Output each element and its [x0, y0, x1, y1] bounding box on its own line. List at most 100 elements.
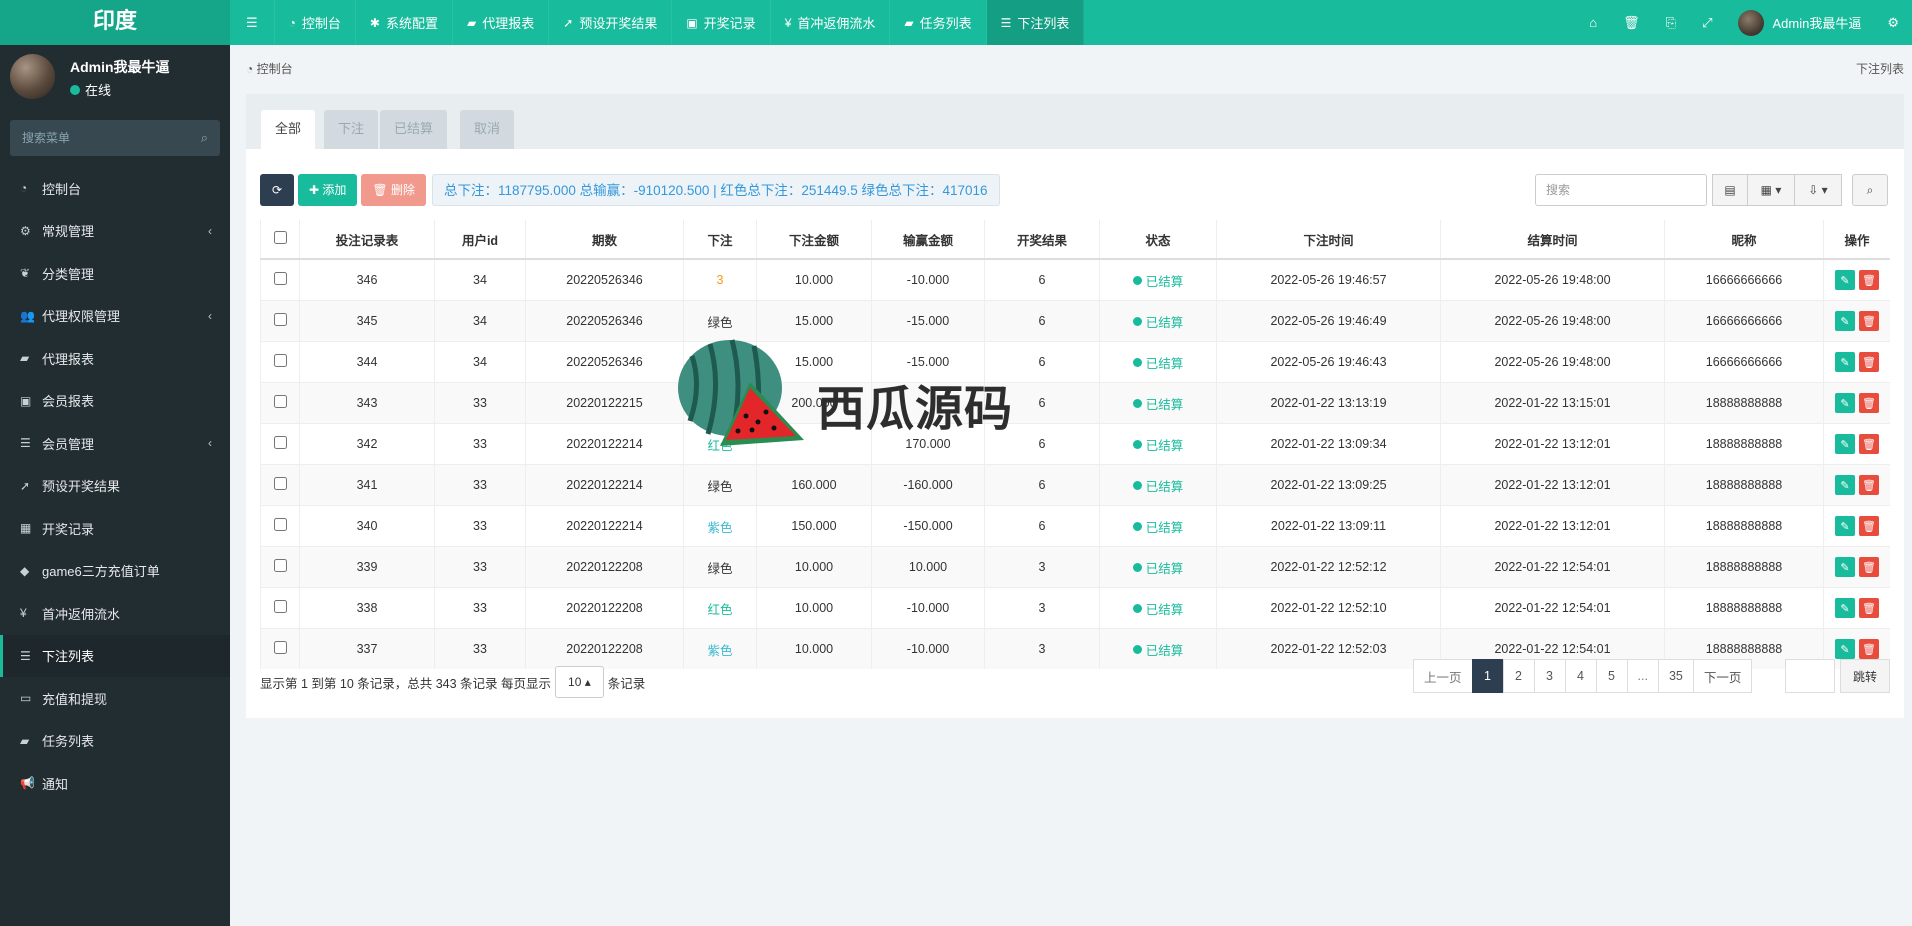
table-row[interactable]: 341 33 20220122214 绿色 160.000 -160.000 6 已结算 202… [260, 464, 1890, 506]
col-header[interactable]: 开奖结果 [984, 220, 1100, 260]
nav-bet-list[interactable]: ☰ 下注列表 [986, 0, 1085, 45]
select-all-checkbox[interactable] [273, 231, 287, 244]
settings-button[interactable]: ⚙ [1874, 0, 1912, 45]
search-icon[interactable]: ⌕ [201, 130, 208, 146]
export-button[interactable]: ⇩ ▾ [1794, 174, 1842, 206]
nav-system-config[interactable]: ✱ 系统配置 [356, 0, 453, 45]
edit-button[interactable]: ✎ [1835, 393, 1855, 413]
col-header[interactable]: 下注金额 [756, 220, 872, 260]
fullscreen-button[interactable]: ⤢ [1689, 0, 1725, 45]
row-checkbox[interactable] [273, 559, 287, 572]
home-button[interactable]: ⌂ [1576, 0, 1610, 45]
delete-button[interactable]: 🗑 删除 [361, 174, 426, 206]
admin-menu[interactable]: Admin我最牛逼 [1725, 0, 1874, 45]
language-button[interactable]: ⎘ [1653, 0, 1689, 45]
sidebar-item[interactable]: ▰ 任务列表 [0, 720, 230, 763]
row-checkbox[interactable] [273, 313, 287, 326]
row-checkbox[interactable] [273, 272, 287, 285]
delete-row-button[interactable]: 🗑 [1859, 639, 1879, 659]
col-header[interactable]: 下注时间 [1216, 220, 1441, 260]
edit-button[interactable]: ✎ [1835, 352, 1855, 372]
delete-row-button[interactable]: 🗑 [1859, 557, 1879, 577]
sidebar-item[interactable]: ▰ 代理报表 [0, 337, 230, 380]
row-checkbox[interactable] [273, 518, 287, 531]
page-button[interactable]: 5 [1595, 659, 1628, 693]
delete-row-button[interactable]: 🗑 [1859, 434, 1879, 454]
delete-row-button[interactable]: 🗑 [1859, 311, 1879, 331]
nav-dashboard[interactable]: ◔ 控制台 [275, 0, 356, 45]
col-header[interactable]: 投注记录表 [299, 220, 435, 260]
tab-cancelled[interactable]: 取消 [460, 110, 515, 149]
edit-button[interactable]: ✎ [1835, 639, 1855, 659]
delete-row-button[interactable]: 🗑 [1859, 475, 1879, 495]
table-row[interactable]: 338 33 20220122208 红色 10.000 -10.000 3 已结算 2022-… [260, 587, 1890, 629]
columns-button[interactable]: ▦ ▾ [1747, 174, 1795, 206]
sidebar-item[interactable]: ➚ 预设开奖结果 [0, 465, 230, 508]
col-header[interactable]: 下注 [683, 220, 757, 260]
row-checkbox[interactable] [273, 436, 287, 449]
sidebar-item[interactable]: ☰ 下注列表 [0, 634, 230, 677]
col-header[interactable]: 用户id [434, 220, 526, 260]
sidebar-item[interactable]: ⚙ 常规管理 ‹ [0, 210, 230, 253]
sidebar-item[interactable]: ▦ 开奖记录 [0, 507, 230, 550]
page-button[interactable]: 1 [1471, 659, 1504, 693]
tab-bet[interactable]: 下注 [324, 110, 379, 149]
row-checkbox[interactable] [273, 600, 287, 613]
col-header[interactable]: 输赢金额 [871, 220, 985, 260]
refresh-button[interactable]: ⟳ [260, 174, 294, 206]
edit-button[interactable]: ✎ [1835, 557, 1855, 577]
sidebar-item[interactable]: ¥ 首冲返佣流水 [0, 592, 230, 635]
edit-button[interactable]: ✎ [1835, 598, 1855, 618]
delete-row-button[interactable]: 🗑 [1859, 270, 1879, 290]
menu-search-input[interactable] [10, 130, 174, 146]
delete-row-button[interactable]: 🗑 [1859, 393, 1879, 413]
edit-button[interactable]: ✎ [1835, 516, 1855, 536]
nav-lottery-record[interactable]: ▣ 开奖记录 [672, 0, 771, 45]
col-header[interactable]: 状态 [1099, 220, 1217, 260]
edit-button[interactable]: ✎ [1835, 311, 1855, 331]
delete-row-button[interactable]: 🗑 [1859, 516, 1879, 536]
delete-row-button[interactable]: 🗑 [1859, 352, 1879, 372]
sidebar-item[interactable]: ☰ 会员管理 ‹ [0, 422, 230, 465]
jump-page-input[interactable] [1785, 659, 1835, 693]
row-checkbox[interactable] [273, 641, 287, 654]
app-logo[interactable]: 印度 [0, 0, 230, 45]
table-search-input[interactable] [1535, 174, 1707, 206]
edit-button[interactable]: ✎ [1835, 270, 1855, 290]
sidebar-item[interactable]: 👥 代理权限管理 ‹ [0, 295, 230, 338]
table-row[interactable]: 3433320220122215红色200.0006已结算2022-01-22 … [260, 382, 1890, 424]
row-checkbox[interactable] [273, 477, 287, 490]
next-page-button[interactable]: 下一页 [1692, 659, 1753, 693]
col-header[interactable]: 期数 [525, 220, 684, 260]
toggle-view-button[interactable]: ▤ [1712, 174, 1748, 206]
page-size-select[interactable]: 10 ▴ [555, 666, 604, 698]
row-checkbox[interactable] [273, 395, 287, 408]
nav-agent-report[interactable]: ▰ 代理报表 [453, 0, 550, 45]
col-header[interactable]: 昵称 [1664, 220, 1824, 260]
sidebar-item[interactable]: ▣ 会员报表 [0, 380, 230, 423]
page-button[interactable]: 3 [1533, 659, 1566, 693]
table-row[interactable]: 3443420220526346绿色15.000-15.0006已结算2022-… [260, 341, 1890, 383]
sidebar-item[interactable]: 📢 通知 [0, 762, 230, 805]
delete-row-button[interactable]: 🗑 [1859, 598, 1879, 618]
edit-button[interactable]: ✎ [1835, 475, 1855, 495]
edit-button[interactable]: ✎ [1835, 434, 1855, 454]
page-button[interactable]: 35 [1657, 659, 1694, 693]
prev-page-button[interactable]: 上一页 [1413, 659, 1473, 693]
sidebar-item[interactable]: ▭ 充值和提现 [0, 677, 230, 720]
advanced-search-button[interactable]: ⌕ [1852, 174, 1888, 206]
jump-button[interactable]: 跳转 [1840, 659, 1890, 693]
table-row[interactable]: 340 33 20220122214 紫色 150.000 -150.000 6 已结算 202… [260, 505, 1890, 547]
table-row[interactable]: 342 33 20220122214 红色 170.000 6 已结算 2022-01-22 … [260, 423, 1890, 465]
tab-all[interactable]: 全部 [261, 110, 316, 149]
table-row[interactable]: 345 34 20220526346 绿色 15.000 -15.000 6 已结算 2022-… [260, 300, 1890, 342]
add-button[interactable]: ✚ 添加 [298, 174, 358, 206]
nav-task-list[interactable]: ▰ 任务列表 [890, 0, 987, 45]
sidebar-item[interactable]: ◆ game6三方充值订单 [0, 550, 230, 593]
row-checkbox[interactable] [273, 354, 287, 367]
clear-cache-button[interactable]: 🗑 [1610, 0, 1653, 45]
sidebar-item[interactable]: ◔ 控制台 [0, 167, 230, 210]
page-button[interactable]: 4 [1564, 659, 1597, 693]
nav-preset-result[interactable]: ➚ 预设开奖结果 [549, 0, 673, 45]
breadcrumb-item[interactable]: 控制台 [257, 62, 293, 76]
